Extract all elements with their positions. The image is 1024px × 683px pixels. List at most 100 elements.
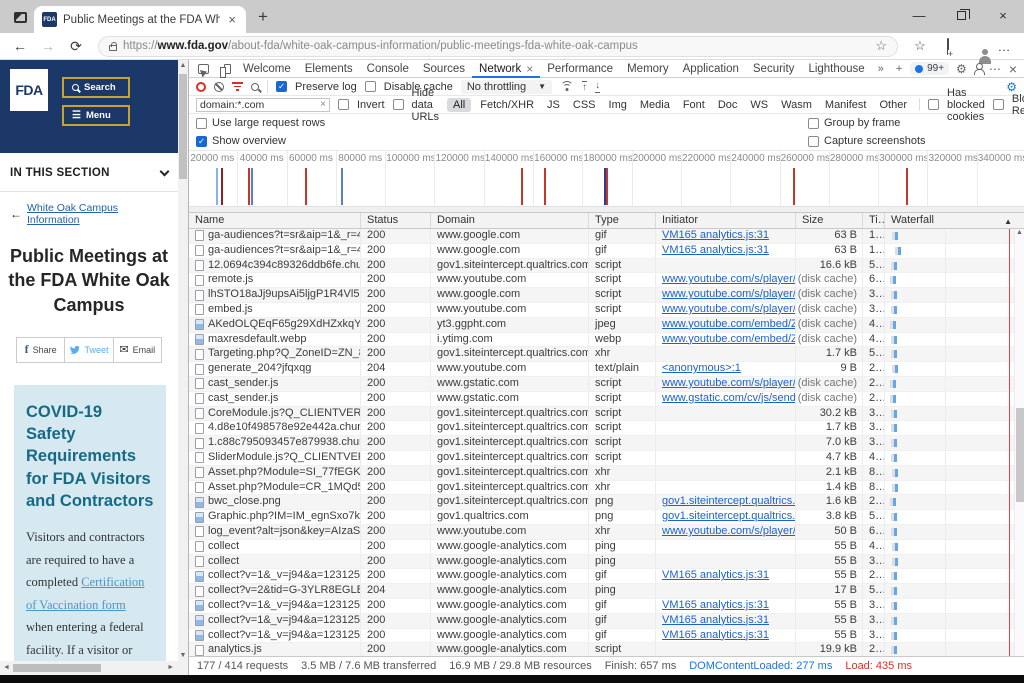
filter-toggle-icon[interactable]	[232, 82, 243, 91]
tab-actions-button[interactable]	[6, 4, 34, 30]
more-tabs-button[interactable]: »	[872, 63, 890, 75]
column-header-status[interactable]: Status	[361, 213, 431, 228]
scroll-right-arrow[interactable]: ►	[167, 664, 174, 671]
request-row[interactable]: cast_sender.js 200 www.gstatic.com script ww…	[189, 376, 1024, 392]
init-cell[interactable]: www.youtube.com/s/player/9e4...	[656, 288, 796, 302]
init-cell[interactable]: www.youtube.com/s/player/9e4...	[656, 376, 796, 391]
forward-button[interactable]: →	[36, 39, 60, 53]
maximize-button[interactable]	[940, 0, 982, 30]
throttling-select[interactable]: No throttling ▼	[460, 79, 553, 94]
init-cell[interactable]: www.youtube.com/s/player/9e4...	[656, 302, 796, 317]
name-cell[interactable]: Targeting.php?Q_ZoneID=ZN_8nYVgb...	[189, 347, 361, 362]
name-cell[interactable]: analytics.js	[189, 643, 361, 656]
devtools-tab-performance[interactable]: Performance	[540, 60, 620, 78]
init-cell[interactable]: VM165 analytics.js:31	[656, 243, 796, 258]
filter-chip-fetch-xhr[interactable]: Fetch/XHR	[476, 98, 538, 112]
devtools-tab-security[interactable]: Security	[746, 60, 802, 78]
request-row[interactable]: SliderModule.js?Q_CLIENTVERSION=1...200g…	[189, 450, 1024, 466]
page-horizontal-scrollbar[interactable]: ◄ ►	[0, 661, 188, 675]
request-row[interactable]: Asset.php?Module=SI_77fEGKa4kOkO...200go…	[189, 465, 1024, 481]
invert-checkbox[interactable]	[338, 99, 349, 110]
collections-icon[interactable]	[936, 37, 960, 55]
back-button[interactable]: ←	[8, 39, 32, 53]
refresh-button[interactable]: ⟳	[64, 39, 88, 53]
column-header-name[interactable]: Name	[189, 213, 361, 228]
name-cell[interactable]: 1.c88c795093457e879938.chunk.js?Q_...	[189, 436, 361, 450]
name-cell[interactable]: collect?v=1&_v=j94&a=1231253574&...	[189, 569, 361, 584]
column-header-type[interactable]: Type	[589, 213, 656, 228]
close-devtools-icon[interactable]: ×	[1009, 61, 1017, 77]
show-overview-checkbox[interactable]	[196, 135, 207, 147]
request-row[interactable]: maxresdefault.webp 200 i.ytimg.com webp www.…	[189, 332, 1024, 348]
export-har-button[interactable]: ↓	[595, 80, 601, 93]
record-network-log-button[interactable]	[196, 81, 206, 92]
request-row[interactable]: 12.0694c394c89326ddb6fe.chunk.js?Q...200…	[189, 258, 1024, 274]
init-cell[interactable]: www.youtube.com/embed/ZJZt...	[656, 332, 796, 347]
in-this-section[interactable]: IN THIS SECTION	[0, 153, 178, 191]
request-row[interactable]: embed.js 200 www.youtube.com script www.yout…	[189, 302, 1024, 318]
table-scrollbar[interactable]: ▲	[1014, 229, 1024, 656]
name-cell[interactable]: collect?v=1&_v=j94&a=1231253574&...	[189, 598, 361, 613]
request-row[interactable]: cast_sender.js 200 www.gstatic.com script ww…	[189, 391, 1024, 407]
column-header-waterfall[interactable]: Waterfall ▲	[885, 213, 1024, 228]
devtools-tab-welcome[interactable]: Welcome	[236, 60, 298, 78]
devtools-tab-console[interactable]: Console	[360, 60, 416, 78]
filter-chip-wasm[interactable]: Wasm	[777, 98, 816, 112]
request-row[interactable]: collect?v=1&_v=j94&a=1231253574&...200ww…	[189, 569, 1024, 585]
filter-chip-manifest[interactable]: Manifest	[821, 98, 871, 112]
filter-chip-media[interactable]: Media	[636, 98, 674, 112]
request-row[interactable]: 1.c88c795093457e879938.chunk.js?Q_...200…	[189, 436, 1024, 451]
name-cell[interactable]: ga-audiences?t=sr&aip=1&_r=4&slf_r...	[189, 229, 361, 243]
init-cell[interactable]: VM165 analytics.js:31	[656, 569, 796, 584]
tweet-button[interactable]: Tweet	[64, 336, 114, 363]
init-cell[interactable]: www.youtube.com/embed/ZJZt...	[656, 317, 796, 332]
request-row[interactable]: generate_204?jfqxqg 204 www.youtube.com tex…	[189, 362, 1024, 377]
request-row[interactable]: analytics.js 200 www.google-analytics.com s…	[189, 643, 1024, 656]
has-blocked-cookies-checkbox[interactable]	[928, 99, 939, 110]
add-favorite-icon[interactable]: ☆	[875, 38, 887, 54]
request-row[interactable]: lhSTO18aJj9upsAi5ljgP1R4Vl5dkuWly...200w…	[189, 288, 1024, 303]
name-cell[interactable]: AKedOLQEqF65g29XdHZxkqYFUjLNa2...	[189, 317, 361, 332]
name-cell[interactable]: Graphic.php?IM=IM_egnSxo7k8HuL1o9	[189, 510, 361, 524]
init-cell[interactable]: VM165 analytics.js:31	[656, 598, 796, 613]
name-cell[interactable]: collect	[189, 539, 361, 554]
init-cell[interactable]: www.youtube.com/s/player/9e4...	[656, 273, 796, 288]
filter-chip-css[interactable]: CSS	[569, 98, 600, 112]
request-row[interactable]: remote.js 200 www.youtube.com script www.you…	[189, 273, 1024, 289]
disable-cache-checkbox[interactable]	[364, 81, 376, 92]
group-by-frame-checkbox[interactable]	[808, 117, 819, 129]
request-row[interactable]: ga-audiences?t=sr&aip=1&_r=4&slf_r...200…	[189, 243, 1024, 259]
close-window-button[interactable]: ×	[982, 0, 1024, 30]
search-network-icon[interactable]	[251, 82, 259, 91]
capture-screenshots-checkbox[interactable]	[808, 135, 819, 147]
favorites-icon[interactable]: ☆	[908, 38, 932, 54]
name-cell[interactable]: 12.0694c394c89326ddb6fe.chunk.js?Q...	[189, 258, 361, 273]
horizontal-scroll-thumb[interactable]	[13, 664, 101, 672]
site-search-button[interactable]: Search	[62, 77, 130, 98]
browser-menu-icon[interactable]: …	[992, 39, 1016, 54]
devtools-tab-elements[interactable]: Elements	[298, 60, 360, 78]
scroll-down-arrow[interactable]: ▼	[178, 652, 188, 659]
column-header-time[interactable]: Ti…	[863, 213, 885, 228]
name-cell[interactable]: ga-audiences?t=sr&aip=1&_r=4&slf_r...	[189, 243, 361, 258]
filter-chip-doc[interactable]: Doc	[714, 98, 742, 112]
clear-filter-icon[interactable]: ×	[320, 99, 326, 110]
scroll-left-arrow[interactable]: ◄	[3, 664, 10, 671]
name-cell[interactable]: bwc_close.png	[189, 495, 361, 510]
devtools-tab-network[interactable]: Network ×	[472, 60, 540, 78]
request-row[interactable]: 4.d8e10f498578e92e442a.chunk.js?Q_...200…	[189, 421, 1024, 437]
name-cell[interactable]: cast_sender.js	[189, 391, 361, 406]
request-row[interactable]: collect?v=2&tid=G-3YLR8EGLBW&gt...204www…	[189, 584, 1024, 599]
device-toolbar-button[interactable]	[214, 63, 236, 78]
network-overview-timeline[interactable]: 20000 ms 40000 ms 60000 ms 80000 ms 100000 m…	[189, 151, 1024, 213]
minimize-button[interactable]: —	[898, 0, 940, 30]
request-row[interactable]: AKedOLQEqF65g29XdHZxkqYFUjLNa2...200yt3.…	[189, 317, 1024, 333]
filter-chip-img[interactable]: Img	[605, 98, 631, 112]
network-conditions-icon[interactable]	[560, 81, 574, 92]
site-menu-button[interactable]: ☰ Menu	[62, 105, 130, 126]
devtools-tab-sources[interactable]: Sources	[416, 60, 472, 78]
filter-input[interactable]: domain:*.com ×	[196, 97, 330, 112]
request-row[interactable]: collect?v=1&_v=j94&a=1231253574&...200ww…	[189, 598, 1024, 614]
filter-chip-ws[interactable]: WS	[746, 98, 772, 112]
init-cell[interactable]: gov1.siteintercept.qualtrics.com/...	[656, 495, 796, 510]
